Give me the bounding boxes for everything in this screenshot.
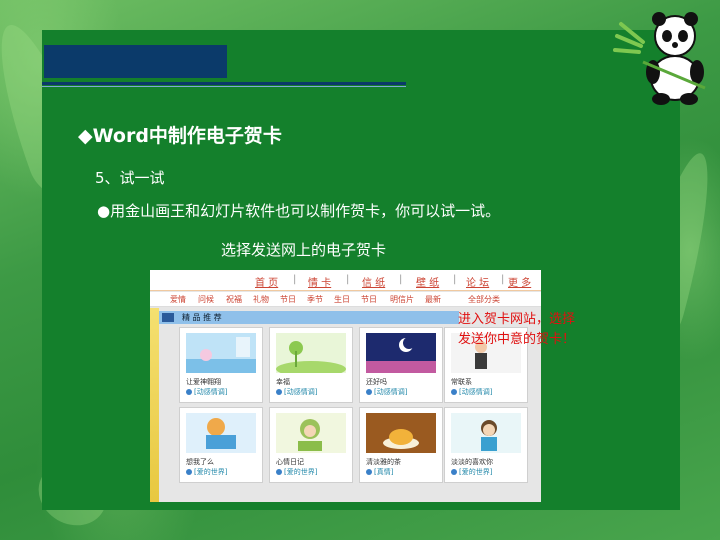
globe-icon bbox=[366, 469, 372, 475]
nav-link[interactable]: 首 页 bbox=[255, 274, 278, 289]
divider-light bbox=[42, 86, 406, 87]
step-label: 5、试一试 bbox=[95, 169, 165, 187]
globe-icon bbox=[276, 389, 282, 395]
card-tag-text: [动感情调] bbox=[459, 388, 493, 396]
card-tag-text: [真情] bbox=[374, 468, 394, 476]
subnav-link[interactable]: 节日 bbox=[361, 294, 377, 305]
card-title: 让爱神翱翔 bbox=[186, 378, 221, 386]
nav-link[interactable]: 论 坛 bbox=[466, 274, 489, 289]
card-thumbnail bbox=[451, 413, 521, 453]
card-item[interactable]: 清淡雅的茶 [真情] bbox=[359, 407, 443, 483]
subnav-link[interactable]: 全部分类 bbox=[468, 294, 500, 305]
nav-separator: | bbox=[293, 274, 297, 285]
subnav-link[interactable]: 祝福 bbox=[226, 294, 242, 305]
card-thumbnail bbox=[366, 333, 436, 373]
nav-separator: | bbox=[453, 274, 457, 285]
card-category: [动感情调] bbox=[366, 387, 407, 397]
card-thumbnail bbox=[276, 413, 346, 453]
nav-separator: | bbox=[399, 274, 403, 285]
card-title: 心情日记 bbox=[276, 458, 304, 466]
card-tag-text: [爱的世界] bbox=[194, 468, 228, 476]
subnav-link[interactable]: 生日 bbox=[334, 294, 350, 305]
site-main-nav: 首 页 | 情 卡 | 信 纸 | 壁 纸 | 论 坛 | 更 多 bbox=[150, 270, 541, 291]
card-tag-text: [动感情调] bbox=[194, 388, 228, 396]
card-title: 幸福 bbox=[276, 378, 290, 386]
subnav-link[interactable]: 最新 bbox=[425, 294, 441, 305]
nav-link[interactable]: 壁 纸 bbox=[416, 274, 439, 289]
globe-icon bbox=[186, 469, 192, 475]
card-thumbnail bbox=[366, 413, 436, 453]
divider bbox=[42, 82, 406, 85]
card-title: 常联系 bbox=[451, 378, 472, 386]
card-tag-text: [爱的世界] bbox=[459, 468, 493, 476]
nav-separator: | bbox=[346, 274, 350, 285]
section-label: 精 品 推 荐 bbox=[182, 313, 222, 322]
nav-link[interactable]: 信 纸 bbox=[362, 274, 385, 289]
card-category: [真情] bbox=[366, 467, 393, 477]
card-title: 淡淡的喜欢你 bbox=[451, 458, 493, 466]
website-screenshot: 首 页 | 情 卡 | 信 纸 | 壁 纸 | 论 坛 | 更 多 爱情 问候 … bbox=[150, 270, 541, 502]
card-tag-text: [动感情调] bbox=[284, 388, 318, 396]
bullet-text: ●用金山画王和幻灯片软件也可以制作贺卡，你可以试一试。 bbox=[97, 202, 501, 220]
slide-heading: ◆Word中制作电子贺卡 bbox=[78, 125, 282, 147]
nav-separator: | bbox=[501, 274, 505, 285]
subnav-link[interactable]: 季节 bbox=[307, 294, 323, 305]
site-left-bar bbox=[150, 308, 159, 502]
subnav-link[interactable]: 节日 bbox=[280, 294, 296, 305]
card-item[interactable]: 淡淡的喜欢你 [爱的世界] bbox=[444, 407, 528, 483]
card-category: [动感情调] bbox=[276, 387, 317, 397]
card-category: [爱的世界] bbox=[276, 467, 317, 477]
card-thumbnail bbox=[276, 333, 346, 373]
card-tag-text: [爱的世界] bbox=[284, 468, 318, 476]
section-marker bbox=[162, 313, 174, 322]
card-title: 清淡雅的茶 bbox=[366, 458, 401, 466]
card-title: 想我了么 bbox=[186, 458, 214, 466]
card-tag-text: [动感情调] bbox=[374, 388, 408, 396]
callout-line: 进入贺卡网站，选择 bbox=[458, 312, 576, 327]
subnav-link[interactable]: 明信片 bbox=[390, 294, 414, 305]
card-item[interactable]: 心情日记 [爱的世界] bbox=[269, 407, 353, 483]
subnav-link[interactable]: 爱情 bbox=[170, 294, 186, 305]
subnav-link[interactable]: 礼物 bbox=[253, 294, 269, 305]
card-category: [动感情调] bbox=[451, 387, 492, 397]
nav-link[interactable]: 更 多 bbox=[508, 274, 531, 289]
card-item[interactable]: 还好吗 [动感情调] bbox=[359, 327, 443, 403]
screenshot-caption: 选择发送网上的电子贺卡 bbox=[221, 241, 387, 259]
card-thumbnail bbox=[186, 413, 256, 453]
globe-icon bbox=[366, 389, 372, 395]
globe-icon bbox=[451, 389, 457, 395]
card-item[interactable]: 幸福 [动感情调] bbox=[269, 327, 353, 403]
panda-icon bbox=[613, 12, 706, 105]
globe-icon bbox=[276, 469, 282, 475]
section-header: 精 品 推 荐 bbox=[159, 311, 459, 324]
card-category: [爱的世界] bbox=[451, 467, 492, 477]
subnav-link[interactable]: 问候 bbox=[198, 294, 214, 305]
globe-icon bbox=[186, 389, 192, 395]
card-thumbnail bbox=[186, 333, 256, 373]
globe-icon bbox=[451, 469, 457, 475]
site-sub-nav: 爱情 问候 祝福 礼物 节日 季节 生日 节日 明信片 最新 全部分类 bbox=[150, 292, 541, 307]
card-category: [爱的世界] bbox=[186, 467, 227, 477]
callout-line: 发送你中意的贺卡！ bbox=[458, 332, 576, 347]
card-title: 还好吗 bbox=[366, 378, 387, 386]
card-category: [动感情调] bbox=[186, 387, 227, 397]
card-item[interactable]: 让爱神翱翔 [动感情调] bbox=[179, 327, 263, 403]
card-item[interactable]: 想我了么 [爱的世界] bbox=[179, 407, 263, 483]
callout-note: 进入贺卡网站，选择 发送你中意的贺卡！ bbox=[458, 310, 575, 350]
title-block bbox=[44, 45, 227, 78]
nav-link[interactable]: 情 卡 bbox=[308, 274, 331, 289]
